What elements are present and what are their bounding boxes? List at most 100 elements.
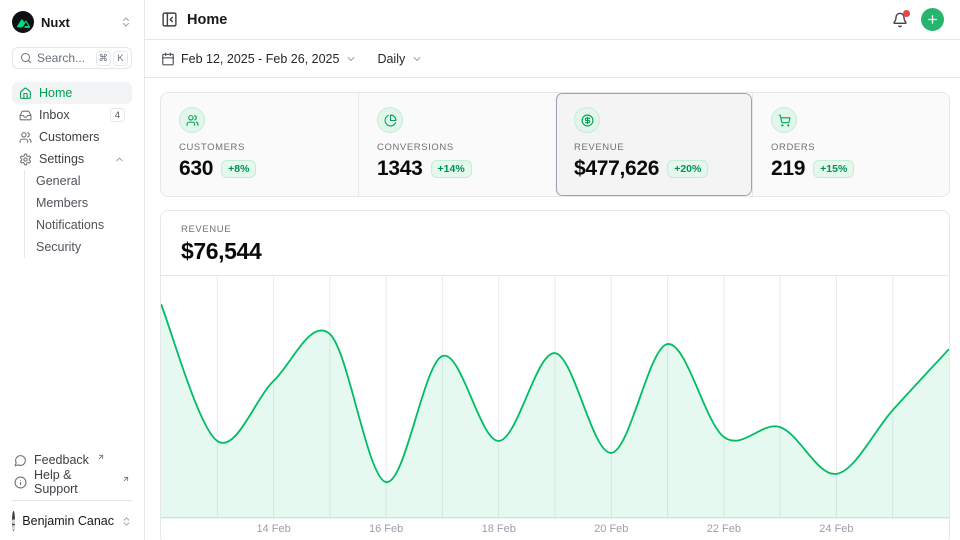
panel-left-close-icon <box>161 11 178 28</box>
x-axis-labels: 14 Feb 16 Feb 18 Feb 20 Feb 22 Feb 24 Feb <box>161 518 949 540</box>
notification-dot <box>903 10 910 17</box>
stat-label: REVENUE <box>574 142 738 153</box>
stats-row: CUSTOMERS 630 +8% CONVERSIONS 1343 +14% <box>160 92 950 197</box>
avatar <box>12 511 15 531</box>
x-axis-tick: 20 Feb <box>594 523 628 535</box>
chart-label: REVENUE <box>181 224 929 235</box>
chevron-up-icon <box>114 154 125 165</box>
help-support-link[interactable]: Help & Support <box>12 471 132 493</box>
date-range-label: Feb 12, 2025 - Feb 26, 2025 <box>181 52 339 66</box>
search-kbd-group: ⌘ K <box>96 51 129 66</box>
sidebar-item-security[interactable]: Security <box>25 236 132 258</box>
content: CUSTOMERS 630 +8% CONVERSIONS 1343 +14% <box>145 78 960 540</box>
add-button[interactable] <box>921 8 944 31</box>
chevrons-up-down-icon <box>121 516 132 527</box>
stat-label: CUSTOMERS <box>179 142 344 153</box>
info-icon <box>14 476 27 489</box>
subnav-label: Notifications <box>36 218 104 232</box>
nav-item-label: Customers <box>39 130 99 144</box>
chevron-down-icon <box>411 53 423 65</box>
external-link-icon <box>97 453 105 461</box>
kbd-k: K <box>113 51 128 66</box>
sidebar-item-members[interactable]: Members <box>25 192 132 214</box>
sidebar-item-settings[interactable]: Settings <box>12 148 132 170</box>
sidebar-item-customers[interactable]: Customers <box>12 126 132 148</box>
period-select[interactable]: Daily <box>377 52 423 66</box>
calendar-icon <box>161 52 175 66</box>
chevron-down-icon <box>345 53 357 65</box>
external-link-icon <box>122 475 130 483</box>
footer-link-label: Feedback <box>34 453 89 467</box>
inbox-count-badge: 4 <box>110 108 125 122</box>
date-range-picker[interactable]: Feb 12, 2025 - Feb 26, 2025 <box>161 52 357 66</box>
sidebar-item-notifications[interactable]: Notifications <box>25 214 132 236</box>
sidebar-item-general[interactable]: General <box>25 170 132 192</box>
revenue-chart-card: REVENUE $76,544 14 Feb 16 Feb 18 Feb 20 Feb… <box>160 210 950 540</box>
toolbar: Feb 12, 2025 - Feb 26, 2025 Daily <box>145 40 960 78</box>
stat-value: 1343 <box>377 157 423 181</box>
chart-svg <box>161 276 949 519</box>
sidebar-nav: Home Inbox 4 Customers Settings General … <box>12 82 132 258</box>
sidebar: Nuxt Search... ⌘ K Home Inbox 4 Customer… <box>0 0 145 540</box>
main-header: Home <box>145 0 960 40</box>
nav-item-label: Inbox <box>39 108 70 122</box>
delta-badge: +8% <box>221 160 256 178</box>
subnav-label: General <box>36 174 80 188</box>
message-circle-icon <box>14 454 27 467</box>
page-title: Home <box>187 12 227 28</box>
delta-badge: +20% <box>667 160 708 178</box>
chevrons-up-down-icon <box>120 16 132 28</box>
stat-value: 219 <box>771 157 805 181</box>
stat-card-customers[interactable]: CUSTOMERS 630 +8% <box>161 93 358 196</box>
kbd-cmd: ⌘ <box>96 51 112 66</box>
nav-item-label: Home <box>39 86 72 100</box>
stat-card-orders[interactable]: ORDERS 219 +15% <box>752 93 949 196</box>
sidebar-item-home[interactable]: Home <box>12 82 132 104</box>
stat-label: CONVERSIONS <box>377 142 541 153</box>
inbox-icon <box>19 109 32 122</box>
main-area: Home Feb 12, 2025 - Feb 26, 2025 Daily <box>145 0 960 540</box>
x-axis-tick: 16 Feb <box>369 523 403 535</box>
plus-icon <box>926 13 939 26</box>
sidebar-collapse-button[interactable] <box>161 11 178 28</box>
chart-header: REVENUE $76,544 <box>161 211 949 275</box>
search-input[interactable]: Search... ⌘ K <box>12 47 132 69</box>
search-icon <box>20 52 32 64</box>
stat-value: 630 <box>179 157 213 181</box>
users-icon <box>179 107 205 133</box>
cart-icon <box>771 107 797 133</box>
subnav-label: Members <box>36 196 88 210</box>
stat-label: ORDERS <box>771 142 935 153</box>
workspace-name: Nuxt <box>41 15 70 30</box>
sidebar-item-inbox[interactable]: Inbox 4 <box>12 104 132 126</box>
stat-card-conversions[interactable]: CONVERSIONS 1343 +14% <box>358 93 555 196</box>
gear-icon <box>19 153 32 166</box>
user-name: Benjamin Canac <box>22 514 114 528</box>
nav-item-label: Settings <box>39 152 84 166</box>
header-actions <box>892 8 944 31</box>
x-axis-tick: 18 Feb <box>482 523 516 535</box>
revenue-area-chart[interactable] <box>161 275 949 518</box>
user-menu[interactable]: Benjamin Canac <box>12 500 132 534</box>
chart-value: $76,544 <box>181 238 929 265</box>
footer-link-label: Help & Support <box>34 468 114 496</box>
sidebar-footer: Feedback Help & Support Benjamin Canac <box>12 449 132 534</box>
nuxt-logo-icon <box>12 11 34 33</box>
delta-badge: +15% <box>813 160 854 178</box>
pie-chart-icon <box>377 107 403 133</box>
settings-subnav: General Members Notifications Security <box>24 170 132 258</box>
search-placeholder: Search... <box>37 51 85 65</box>
stat-card-revenue[interactable]: REVENUE $477,626 +20% <box>555 93 752 196</box>
dollar-circle-icon <box>574 107 600 133</box>
workspace-switcher[interactable]: Nuxt <box>12 10 132 34</box>
period-label: Daily <box>377 52 405 66</box>
x-axis-tick: 14 Feb <box>256 523 290 535</box>
users-icon <box>19 131 32 144</box>
notifications-button[interactable] <box>892 12 908 28</box>
home-icon <box>19 87 32 100</box>
x-axis-tick: 24 Feb <box>819 523 853 535</box>
delta-badge: +14% <box>431 160 472 178</box>
stat-value: $477,626 <box>574 157 659 181</box>
x-axis-tick: 22 Feb <box>707 523 741 535</box>
subnav-label: Security <box>36 240 81 254</box>
